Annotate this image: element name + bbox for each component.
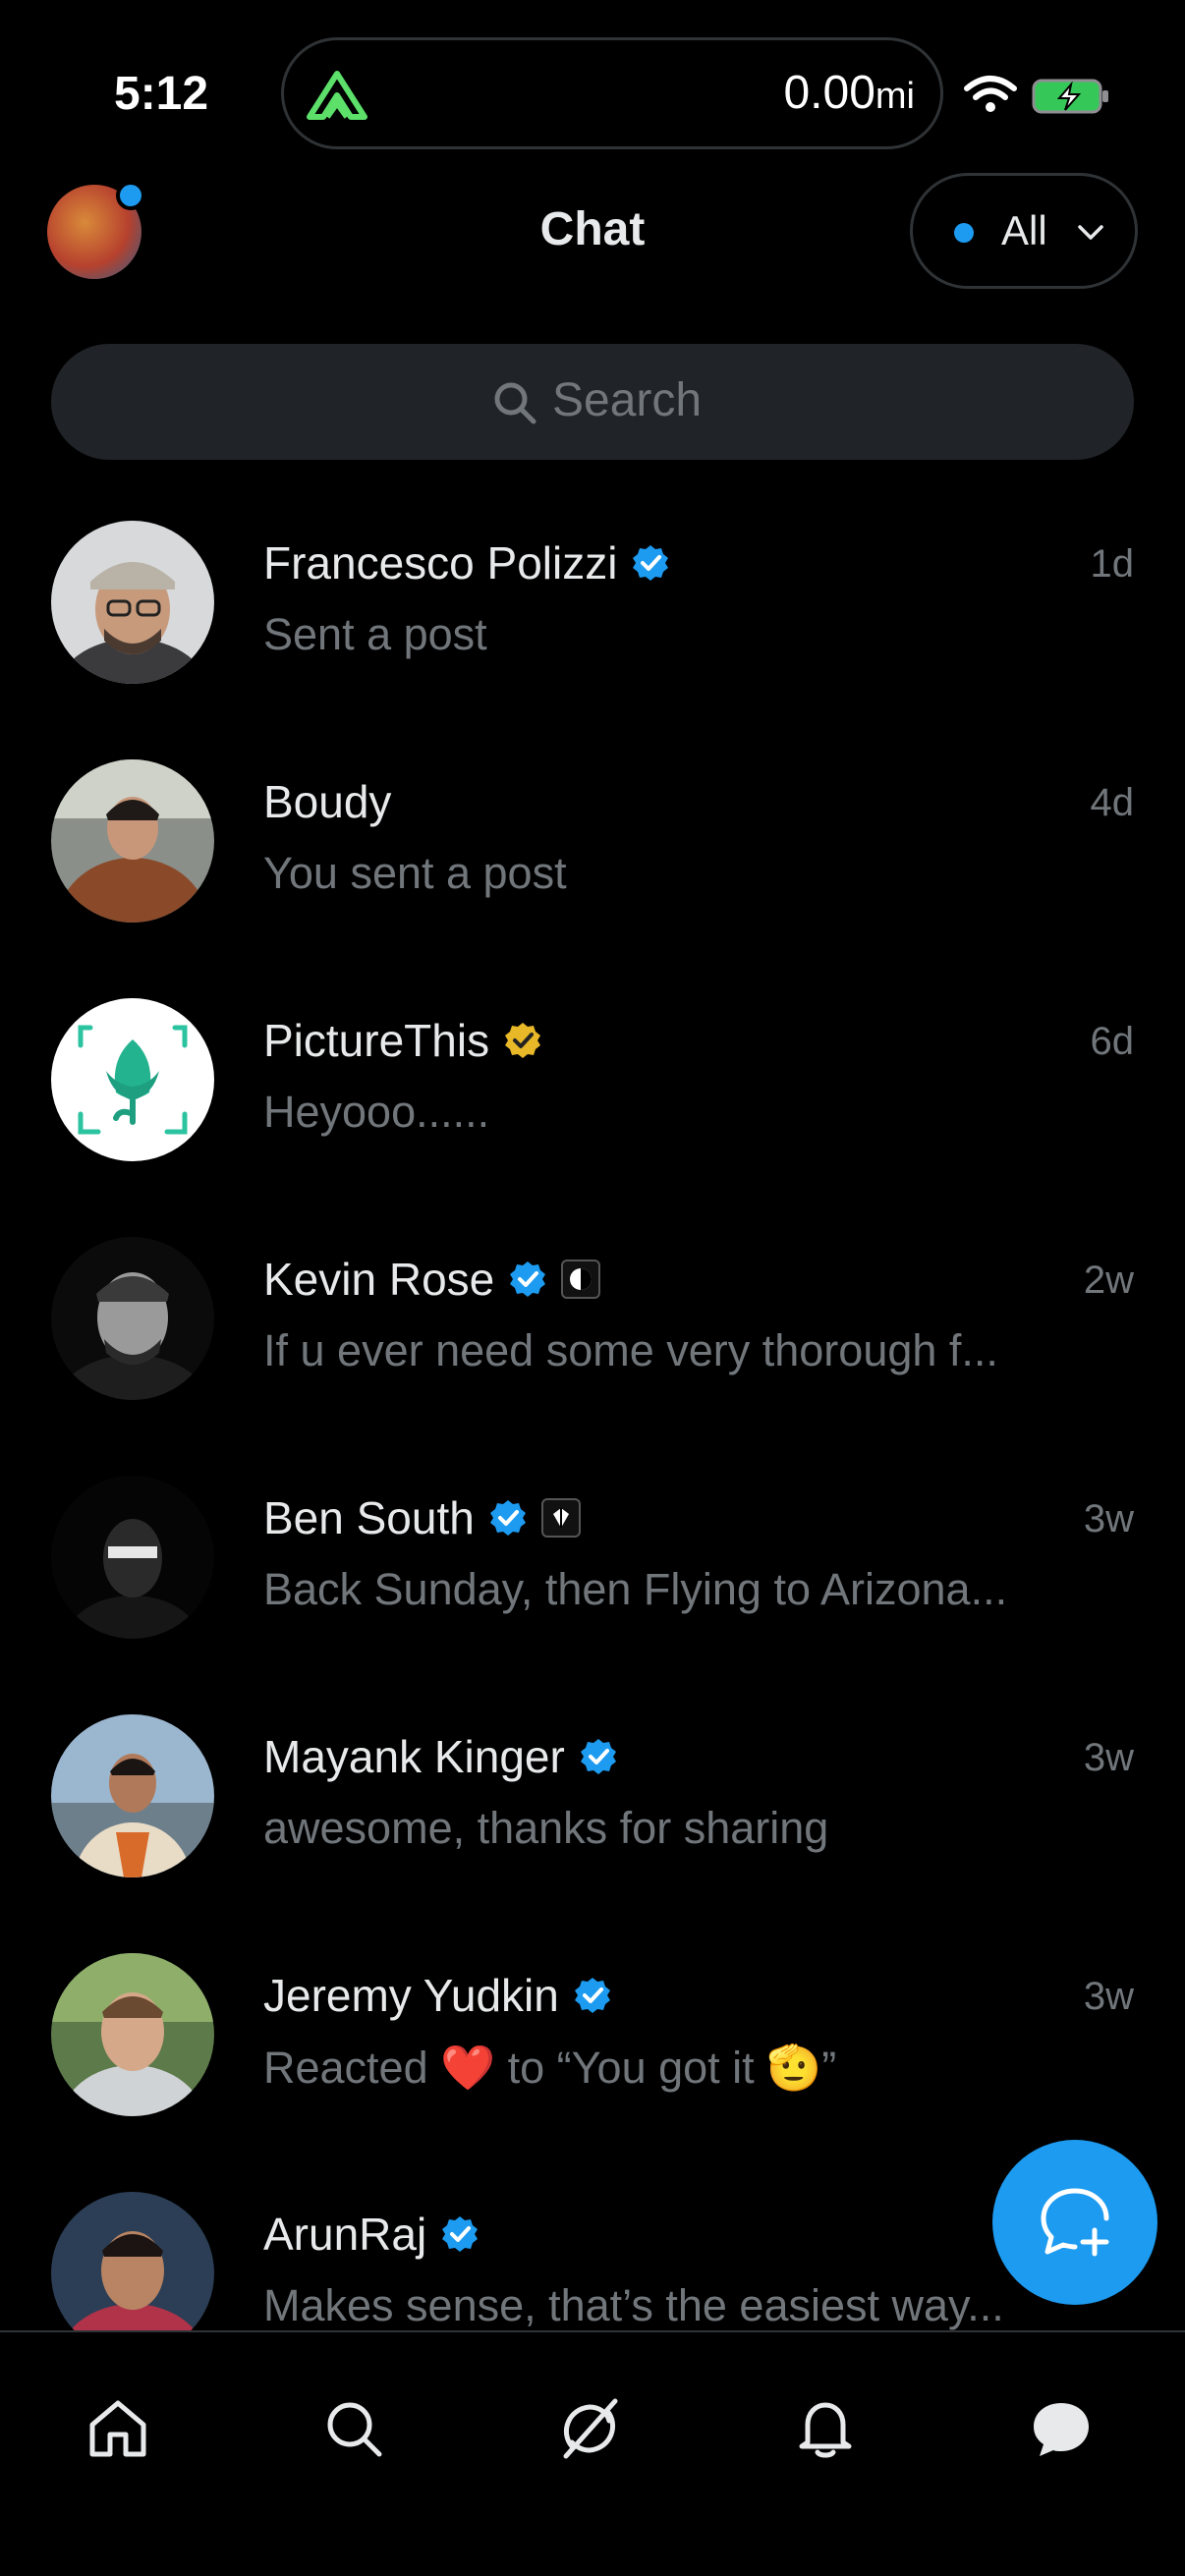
conversation-name-group: ArunRaj [263, 2208, 480, 2261]
conversation-row[interactable]: PictureThis Heyooo...... 6d [0, 969, 1185, 1207]
activity-distance-value: 0.00 [783, 67, 875, 119]
new-message-button[interactable] [992, 2140, 1157, 2305]
tab-search[interactable] [295, 2370, 413, 2488]
avatar [51, 2192, 214, 2330]
affiliation-badge-icon [540, 1498, 581, 1538]
chat-icon [1034, 2403, 1089, 2456]
search-icon [327, 2402, 382, 2457]
conversation-name-group: PictureThis [263, 1014, 542, 1067]
message-preview: You sent a post [263, 848, 567, 898]
avatar [51, 759, 214, 923]
search-icon [494, 382, 536, 424]
affiliation-badge-icon [561, 1260, 601, 1299]
contact-name: Mayank Kinger [263, 1731, 565, 1782]
contact-name: Boudy [263, 776, 392, 827]
header: Chat All [0, 167, 1185, 324]
message-time: 3w [1083, 1975, 1134, 2018]
filter-label: All [1001, 207, 1047, 253]
verified-badge-icon [442, 2216, 479, 2252]
avatar [51, 1953, 214, 2116]
home-icon [89, 2400, 146, 2457]
message-preview: If u ever need some very thorough f... [263, 1325, 998, 1375]
verified-badge-icon [633, 545, 669, 581]
avatar [51, 998, 214, 1161]
message-time: 3w [1083, 1736, 1134, 1779]
contact-name: ArunRaj [263, 2209, 427, 2260]
live-activity-island[interactable]: 0.00mi [281, 37, 943, 149]
activity-distance-unit: mi [875, 76, 915, 117]
strava-logo-icon [307, 71, 367, 120]
conversation-row[interactable]: Kevin Rose If u ever need some very thor… [0, 1207, 1185, 1446]
verified-badge-icon [580, 1739, 616, 1774]
new-chat-icon [1041, 2188, 1109, 2257]
conversation-name-group: Boudy [263, 775, 391, 828]
activity-distance: 0.00mi [783, 66, 915, 120]
tab-notifications[interactable] [766, 2370, 884, 2488]
chevron-down-icon [1078, 225, 1103, 240]
message-preview: Sent a post [263, 609, 487, 659]
conversation-name-group: Jeremy Yudkin [263, 1969, 612, 2022]
contact-name: Francesco Polizzi [263, 537, 618, 588]
message-preview: Heyooo...... [263, 1087, 490, 1137]
message-time: 1d [1090, 542, 1135, 586]
conversation-row[interactable]: Boudy You sent a post 4d [0, 730, 1185, 969]
wifi-icon [964, 76, 1017, 112]
message-time: 3w [1083, 1497, 1134, 1540]
message-preview: Makes sense, that’s the easiest way... [263, 2280, 1004, 2330]
verified-badge-icon [574, 1978, 610, 2013]
conversation-row[interactable]: Mayank Kinger awesome, thanks for sharin… [0, 1685, 1185, 1924]
avatar [51, 1714, 214, 1877]
verified-org-badge-icon [505, 1023, 541, 1058]
avatar [51, 1237, 214, 1400]
filter-dropdown[interactable]: All [910, 173, 1138, 289]
message-time: 2w [1083, 1259, 1134, 1302]
contact-name: Ben South [263, 1492, 475, 1543]
message-preview: Reacted ❤️ to “You got it 🫡” [263, 2043, 837, 2093]
message-time: 4d [1090, 781, 1135, 824]
conversation-name-group: Ben South [263, 1491, 581, 1544]
contact-name: Jeremy Yudkin [263, 1970, 559, 2021]
conversation-name-group: Kevin Rose [263, 1253, 601, 1306]
status-time: 5:12 [114, 68, 209, 120]
tab-grok[interactable] [531, 2370, 649, 2488]
conversation-row[interactable]: Ben South Back Sunday, then Flying to Ar… [0, 1446, 1185, 1685]
tab-messages[interactable] [1002, 2370, 1120, 2488]
bottom-tab-bar [0, 2330, 1185, 2576]
avatar [51, 1476, 214, 1639]
conversation-list[interactable]: Francesco Polizzi Sent a post 1d Boudy Y… [0, 491, 1185, 2330]
conversation-row[interactable]: Jeremy Yudkin Reacted ❤️ to “You got it … [0, 1924, 1185, 2162]
grok-icon [563, 2398, 618, 2459]
bell-icon [799, 2402, 852, 2458]
battery-charging-icon [1032, 79, 1108, 114]
tab-home[interactable] [59, 2370, 177, 2488]
status-bar: 5:12 0.00mi [0, 0, 1185, 167]
verified-badge-icon [510, 1261, 546, 1297]
message-preview: Back Sunday, then Flying to Arizona... [263, 1564, 1008, 1614]
verified-badge-icon [489, 1500, 526, 1536]
message-time: 6d [1090, 1020, 1135, 1063]
chat-screen: 5:12 0.00mi Chat All Search Francesco Po… [0, 0, 1185, 2576]
search-input[interactable]: Search [51, 344, 1134, 460]
conversation-name-group: Francesco Polizzi [263, 536, 670, 589]
filter-dot [954, 223, 974, 243]
contact-name: Kevin Rose [263, 1254, 495, 1305]
search-placeholder: Search [552, 374, 703, 426]
conversation-name-group: Mayank Kinger [263, 1730, 618, 1783]
avatar [51, 521, 214, 684]
contact-name: PictureThis [263, 1015, 490, 1066]
message-preview: awesome, thanks for sharing [263, 1803, 829, 1853]
conversation-row[interactable]: Francesco Polizzi Sent a post 1d [0, 491, 1185, 730]
